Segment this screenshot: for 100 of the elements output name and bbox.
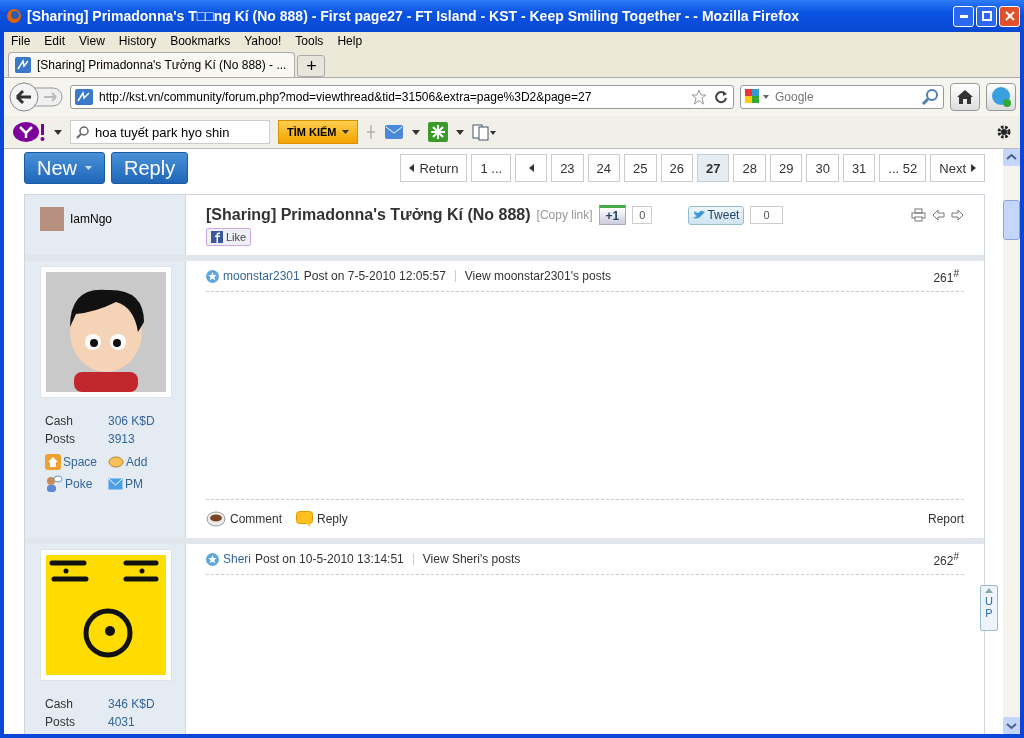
page-link[interactable]: Next <box>930 154 985 182</box>
search-button[interactable]: TÌM KIẾM <box>278 120 358 144</box>
scrollbar-thumb[interactable] <box>1003 200 1020 240</box>
author-name[interactable]: IamNgo <box>70 212 113 226</box>
search-engine-icon[interactable] <box>744 88 770 106</box>
caret-up-icon <box>985 588 993 593</box>
search-icon[interactable] <box>921 88 939 106</box>
envelope-icon[interactable] <box>108 478 123 490</box>
thread-title: [Sharing] Primadonna's Tưởng Kí (No 888) <box>206 206 531 224</box>
coffee-cup-icon[interactable] <box>206 511 226 527</box>
address-bar[interactable]: http://kst.vn/community/forum.php?mod=viewthread&tid=31506&extra=page%3D2&page=27 <box>70 85 734 109</box>
view-posts-link[interactable]: View Sheri's posts <box>422 552 521 566</box>
menu-item[interactable]: File <box>11 33 31 48</box>
settings-icon[interactable] <box>996 124 1012 140</box>
page-link[interactable]: Return <box>400 154 468 182</box>
share-count: 0 <box>750 206 783 224</box>
post-number: 262$^{#}$ <box>933 550 959 568</box>
post-action[interactable]: Reply <box>317 512 348 526</box>
menu-item[interactable]: Tools <box>295 33 324 48</box>
home-button[interactable] <box>950 83 980 111</box>
maximize-button[interactable] <box>976 5 997 27</box>
post-action[interactable]: Comment <box>230 512 282 526</box>
asterisk-icon[interactable] <box>427 122 448 142</box>
caret-icon[interactable] <box>54 129 62 135</box>
menu-item[interactable]: Edit <box>44 33 66 48</box>
page-link[interactable]: 25 <box>624 154 657 182</box>
stat-label: Cash <box>45 697 74 711</box>
browser-tab[interactable]: [Sharing] Primadonna's Tưởng Kí (No 888) - ... <box>8 52 296 77</box>
site-favicon-icon <box>15 57 31 73</box>
print-icon[interactable] <box>911 208 926 222</box>
caret-right-icon <box>971 164 976 172</box>
search-field[interactable]: Google <box>740 85 944 109</box>
caret-icon[interactable] <box>411 129 420 135</box>
arrow-left-icon[interactable] <box>932 209 945 221</box>
star-badge-icon <box>206 552 219 566</box>
menu-item[interactable]: Yahoo! <box>244 33 282 48</box>
caret-icon <box>341 130 349 134</box>
page-link[interactable]: 24 <box>587 154 621 182</box>
profile-link[interactable]: PM <box>125 477 143 491</box>
page-link[interactable]: 23 <box>551 154 584 182</box>
page-link[interactable] <box>515 154 548 182</box>
minimize-icon <box>959 14 968 18</box>
post-author[interactable]: Sheri <box>223 552 251 566</box>
toolbar-button[interactable] <box>986 83 1016 111</box>
yahoo-logo-icon[interactable] <box>12 121 46 143</box>
stat-label: Posts <box>45 432 76 446</box>
page-link[interactable]: 30 <box>806 154 839 182</box>
f-logo-icon <box>211 231 223 243</box>
plus-one-button[interactable]: +1 <box>598 205 627 225</box>
page-link[interactable]: 29 <box>769 154 803 182</box>
page-link[interactable]: 27 <box>697 154 730 182</box>
search-field[interactable]: hoa tuyết park hyo shin <box>70 120 270 144</box>
star-badge-icon <box>206 269 219 283</box>
post-author[interactable]: moonstar2301 <box>223 269 300 283</box>
home-icon <box>956 89 974 105</box>
profile-link[interactable]: Space <box>63 455 98 469</box>
window-title: [Sharing] Primadonna's T□□ng Kí (No 888) - First page27 - FT Island - KST - Keep Smiling Together - - Mozilla Firefox <box>27 8 801 24</box>
star-icon[interactable] <box>691 89 707 105</box>
post-date: Post on 10-5-2010 13:14:51 <box>255 552 404 566</box>
report-link[interactable]: Report <box>927 512 964 526</box>
caret-icon[interactable] <box>455 129 464 135</box>
close-button[interactable] <box>999 5 1020 27</box>
stat-label: Cash <box>45 414 74 428</box>
reload-icon[interactable] <box>713 89 729 105</box>
page-link[interactable]: 28 <box>733 154 766 182</box>
post-date: Post on 7-5-2010 12:05:57 <box>303 269 446 283</box>
stat-value: 306 K$D <box>108 414 156 428</box>
mail-icon[interactable] <box>383 123 404 141</box>
stat-value: 346 K$D <box>108 697 156 711</box>
share-count: 0 <box>632 206 653 224</box>
search-icon <box>76 125 90 139</box>
view-posts-link[interactable]: View moonstar2301's posts <box>464 269 611 283</box>
person-icon[interactable] <box>45 475 63 493</box>
new-tab-button[interactable]: + <box>297 55 326 77</box>
thread-button[interactable]: New <box>24 152 105 184</box>
menu-item[interactable]: Help <box>337 33 363 48</box>
stat-value: 3913 <box>108 432 136 446</box>
close-icon <box>1004 11 1015 21</box>
maximize-icon <box>981 11 992 21</box>
menu-item[interactable]: View <box>79 33 105 48</box>
scroll-up-button[interactable]: UP <box>980 585 998 631</box>
back-forward-icon[interactable] <box>8 81 64 113</box>
post-number: 261$^{#}$ <box>933 267 959 285</box>
tweet-button[interactable]: Tweet <box>688 205 745 225</box>
profile-link[interactable]: Add <box>126 455 148 469</box>
thread-button[interactable]: Reply <box>111 152 189 184</box>
chat-bubble-icon <box>990 86 1012 108</box>
pages-icon[interactable] <box>471 123 496 141</box>
speech-bubble-icon[interactable] <box>296 511 313 527</box>
page-link[interactable]: ... 52 <box>879 154 927 182</box>
profile-link[interactable]: Poke <box>65 477 93 491</box>
page-link[interactable]: 31 <box>842 154 876 182</box>
menu-item[interactable]: History <box>118 33 157 48</box>
page-link[interactable]: 1 ... <box>471 154 512 182</box>
page-link[interactable]: 26 <box>660 154 693 182</box>
minimize-button[interactable] <box>953 5 974 27</box>
arrow-right-icon[interactable] <box>951 209 964 221</box>
firefox-icon <box>6 8 22 24</box>
menu-item[interactable]: Bookmarks <box>170 33 231 48</box>
like-button[interactable]: Like <box>206 228 252 246</box>
